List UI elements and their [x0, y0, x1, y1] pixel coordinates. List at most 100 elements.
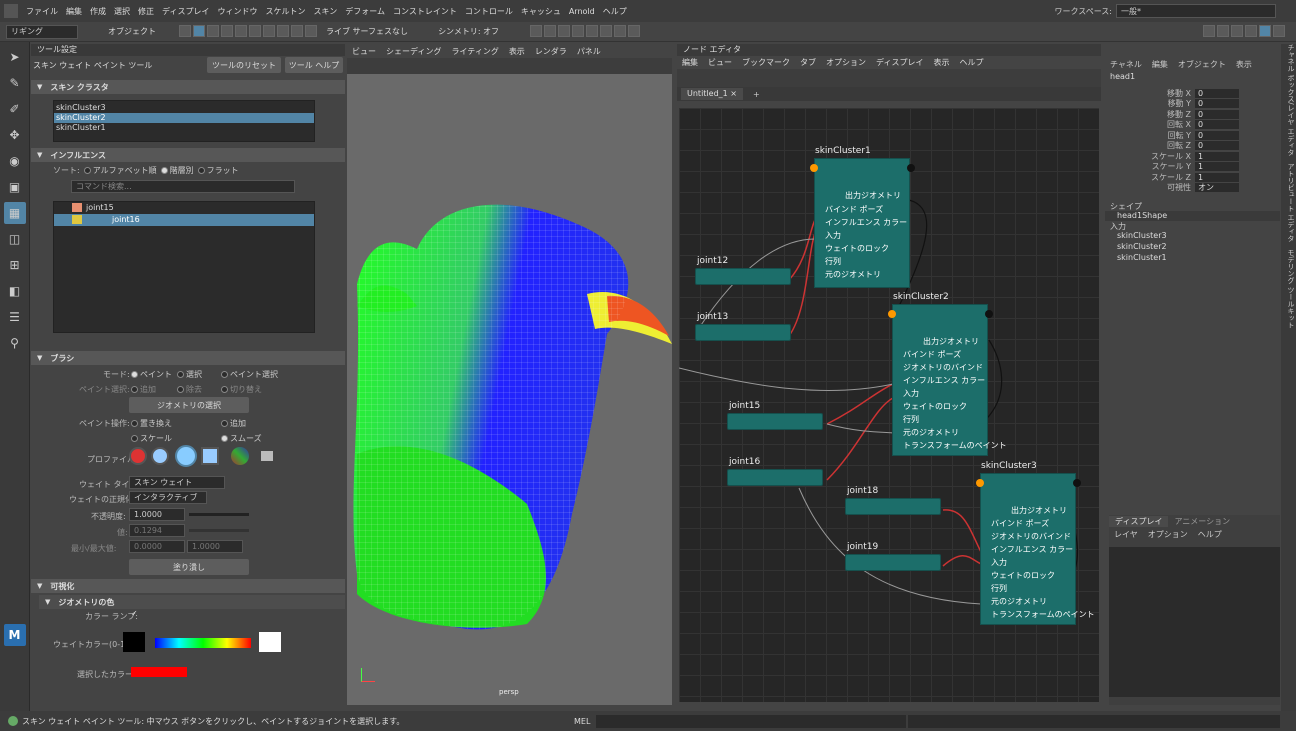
scale-tool-icon[interactable]: ▣ — [4, 176, 26, 198]
channel-row[interactable]: 可視性 オン — [1105, 183, 1280, 194]
op-smooth-radio[interactable]: スムーズ — [221, 433, 262, 444]
node-attr[interactable]: 行列 — [815, 255, 909, 268]
outliner-icon[interactable]: ☰ — [4, 306, 26, 328]
node-output-port[interactable] — [985, 310, 993, 318]
menu-skeleton[interactable]: スケルトン — [261, 6, 309, 17]
channel-row[interactable]: スケール Z1 — [1105, 172, 1280, 183]
vp-menu-lighting[interactable]: ライティング — [446, 46, 503, 57]
menuset-dropdown[interactable]: リギング — [6, 24, 78, 39]
viewport-toolbar[interactable] — [347, 58, 672, 74]
node-attr[interactable]: 出力ジオメトリ — [893, 335, 987, 348]
vp-menu-show[interactable]: 表示 — [504, 46, 530, 57]
channel-row[interactable]: スケール Y1 — [1105, 162, 1280, 173]
input-item[interactable]: skinCluster3 — [1105, 231, 1280, 242]
skin-cluster-list[interactable]: skinCluster3 skinCluster2 skinCluster1 — [53, 100, 315, 142]
ne-menu-tabs[interactable]: タブ — [795, 57, 821, 68]
paint-sel-add-radio[interactable]: 追加 — [131, 384, 156, 395]
node-attr[interactable]: 行列 — [981, 582, 1075, 595]
joint18-node[interactable] — [845, 498, 941, 515]
node-input-port[interactable] — [810, 164, 818, 172]
tab-display[interactable]: ディスプレイ — [1109, 515, 1169, 527]
menu-window[interactable]: ウィンドウ — [213, 6, 261, 17]
list-item[interactable]: skinCluster1 — [54, 123, 314, 133]
four-view-icon[interactable]: ⊞ — [4, 254, 26, 276]
ne-menu-options[interactable]: オプション — [821, 57, 871, 68]
list-item[interactable]: skinCluster2 — [54, 113, 314, 123]
op-add-radio[interactable]: 追加 — [221, 418, 246, 429]
two-view-icon[interactable]: ◧ — [4, 280, 26, 302]
cb-menu-edit[interactable]: 編集 — [1147, 59, 1173, 70]
profile-solid-icon[interactable] — [175, 445, 197, 467]
layer-list[interactable] — [1109, 547, 1280, 697]
ne-menu-view[interactable]: ビュー — [703, 57, 737, 68]
cb-menu-channels[interactable]: チャネル — [1105, 59, 1147, 70]
single-view-icon[interactable]: ◫ — [4, 228, 26, 250]
menu-constrain[interactable]: コンストレイント — [389, 6, 461, 17]
influence-list[interactable]: joint15 joint16 — [53, 201, 315, 333]
opacity-slider[interactable] — [189, 513, 249, 516]
paint-sel-remove-radio[interactable]: 除去 — [177, 384, 202, 395]
node-attr[interactable]: 入力 — [893, 387, 987, 400]
menu-create[interactable]: 作成 — [86, 6, 110, 17]
ne-menu-help[interactable]: ヘルプ — [954, 57, 988, 68]
vp-menu-panels[interactable]: パネル — [572, 46, 606, 57]
select-tool-icon[interactable]: ➤ — [4, 46, 26, 68]
vp-menu-shading[interactable]: シェーディング — [381, 46, 446, 57]
min-field[interactable]: 0.0000 — [129, 540, 185, 553]
menu-arnold[interactable]: Arnold — [565, 7, 599, 16]
layout-icons[interactable] — [1202, 24, 1286, 39]
select-geometry-button[interactable]: ジオメトリの選択 — [129, 397, 249, 413]
mode-paint-radio[interactable]: ペイント — [131, 369, 172, 380]
menu-help[interactable]: ヘルプ — [599, 6, 631, 17]
channel-row[interactable]: 移動 X0 — [1105, 88, 1280, 99]
ne-menu-bookmarks[interactable]: ブックマーク — [737, 57, 795, 68]
ne-menu-display[interactable]: ディスプレイ — [871, 57, 928, 68]
input-item[interactable]: skinCluster2 — [1105, 242, 1280, 253]
menu-cache[interactable]: キャッシュ — [517, 6, 565, 17]
menu-modify[interactable]: 修正 — [134, 6, 158, 17]
op-scale-radio[interactable]: スケール — [131, 433, 172, 444]
vp-menu-view[interactable]: ビュー — [347, 46, 381, 57]
max-color-swatch[interactable] — [259, 632, 281, 652]
snap-icons[interactable] — [529, 24, 641, 39]
tab-animation[interactable]: アニメーション — [1168, 516, 1236, 527]
node-output-port[interactable] — [1073, 479, 1081, 487]
node-attr[interactable]: ウェイトのロック — [815, 242, 909, 255]
normalize-dropdown[interactable]: インタラクティブ — [129, 491, 207, 504]
menu-deform[interactable]: デフォーム — [341, 6, 389, 17]
weight-color-ramp[interactable] — [155, 638, 251, 648]
add-tab-icon[interactable]: + — [753, 90, 760, 99]
brush-section[interactable]: ▼ ブラシ — [31, 351, 345, 365]
node-attr[interactable]: 出力ジオメトリ — [815, 189, 909, 202]
channel-row[interactable]: 回転 Z0 — [1105, 141, 1280, 152]
op-replace-radio[interactable]: 置き換え — [131, 418, 172, 429]
node-attr[interactable]: トランスフォームのペイント — [981, 608, 1095, 621]
channel-row[interactable]: 回転 X0 — [1105, 120, 1280, 131]
mel-label[interactable]: MEL — [574, 717, 590, 726]
joint19-node[interactable] — [845, 554, 941, 571]
channel-row[interactable]: 回転 Y0 — [1105, 130, 1280, 141]
paint-select-icon[interactable]: ✐ — [4, 98, 26, 120]
value-field[interactable]: 0.1294 — [129, 524, 185, 537]
node-attr[interactable]: ジオメトリのバインド — [893, 361, 987, 374]
joint13-node[interactable] — [695, 324, 791, 341]
node-output-port[interactable] — [907, 164, 915, 172]
layer-menu-options[interactable]: オプション — [1143, 529, 1193, 540]
ne-menu-edit[interactable]: 編集 — [677, 57, 703, 68]
node-attr[interactable]: 入力 — [981, 556, 1075, 569]
menu-edit[interactable]: 編集 — [62, 6, 86, 17]
joint16-node[interactable] — [727, 469, 823, 486]
node-attr[interactable]: 入力 — [815, 229, 909, 242]
node-attr[interactable]: 出力ジオメトリ — [981, 504, 1075, 517]
node-input-port[interactable] — [888, 310, 896, 318]
node-attr[interactable]: バインド ポーズ — [893, 348, 987, 361]
list-item[interactable]: skinCluster3 — [54, 103, 314, 113]
menu-select[interactable]: 選択 — [110, 6, 134, 17]
profile-custom-icon[interactable] — [231, 447, 249, 465]
joint12-node[interactable] — [695, 268, 791, 285]
mode-select-radio[interactable]: 選択 — [177, 369, 202, 380]
tool-help-button[interactable]: ツール ヘルプ — [285, 57, 343, 73]
node-graph[interactable]: skinCluster1 出力ジオメトリ バインド ポーズ インフルエンス カラ… — [679, 108, 1099, 702]
value-slider[interactable] — [189, 529, 249, 532]
node-attr[interactable]: バインド ポーズ — [815, 203, 909, 216]
